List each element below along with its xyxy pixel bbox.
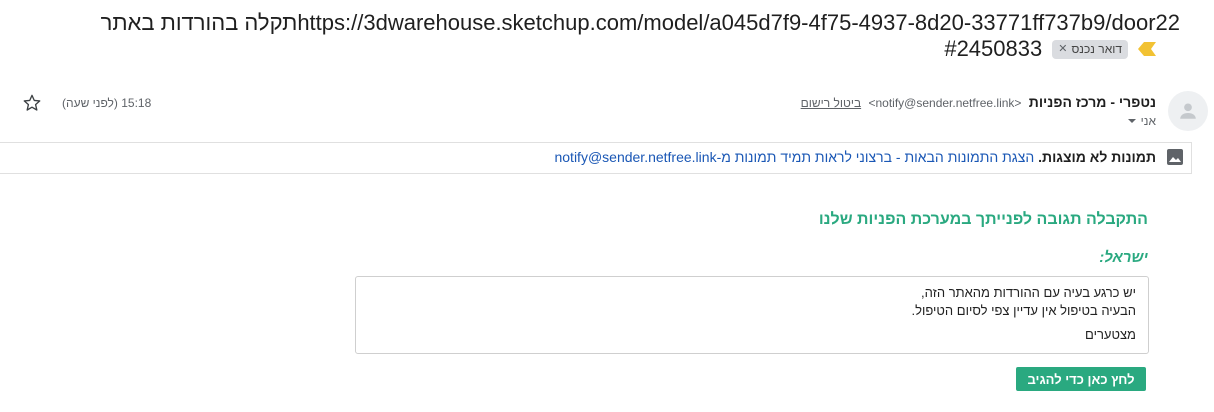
message-signature: מצטערים — [1085, 327, 1136, 342]
email-subject: https://3dwarehouse.sketchup.com/model/a… — [100, 10, 1180, 35]
ticket-id: #2450833 — [944, 36, 1043, 61]
show-images-link[interactable]: הצגת התמונות הבאות — [904, 149, 1034, 165]
images-banner-text: תמונות לא מוצגות. הצגת התמונות הבאות - ב… — [554, 148, 1156, 166]
image-icon — [1166, 148, 1184, 166]
reply-button[interactable]: לחץ כאן כדי להגיב — [1016, 367, 1146, 391]
sender-info: נטפרי - מרכז הפניות <notify@sender.netfr… — [801, 94, 1156, 110]
caret-down-icon — [1127, 119, 1136, 123]
recipient-label: אני — [1140, 114, 1156, 128]
response-title: התקבלה תגובה לפנייתך במערכת הפניות שלנו — [818, 211, 1148, 228]
importance-marker-icon[interactable] — [1138, 42, 1156, 56]
sender-name[interactable]: נטפרי - מרכז הפניות — [1029, 94, 1156, 110]
message-line: הבעיה בטיפול אין עדיין צפי לסיום הטיפול. — [911, 303, 1137, 318]
inbox-label-text: דואר נכנס — [1071, 41, 1122, 56]
person-icon — [1180, 103, 1196, 119]
response-message-box: יש כרגע בעיה עם ההורדות מהאתר הזה, הבעיה… — [355, 276, 1149, 354]
avatar — [1168, 91, 1208, 131]
subject-secondary-row: דואר נכנס ✕ #2450833 — [944, 36, 1156, 62]
unsubscribe-link[interactable]: ביטול רישום — [801, 96, 861, 110]
message-line: יש כרגע בעיה עם ההורדות מהאתר הזה, — [921, 285, 1136, 300]
always-show-images-link[interactable]: ברצוני לראות תמיד תמונות מ-notify@sender… — [554, 149, 892, 165]
responder-name: ישראל: — [1099, 249, 1148, 266]
banner-separator: - — [892, 149, 905, 165]
inbox-label-chip[interactable]: דואר נכנס ✕ — [1052, 39, 1128, 59]
star-icon[interactable] — [22, 93, 42, 113]
close-icon[interactable]: ✕ — [1058, 41, 1067, 57]
images-not-shown-text: תמונות לא מוצגות. — [1038, 149, 1156, 165]
recipient-dropdown[interactable]: אני — [1127, 114, 1156, 128]
sender-email: <notify@sender.netfree.link> — [868, 96, 1022, 110]
message-time: 15:18 (לפני שעה) — [62, 96, 152, 110]
